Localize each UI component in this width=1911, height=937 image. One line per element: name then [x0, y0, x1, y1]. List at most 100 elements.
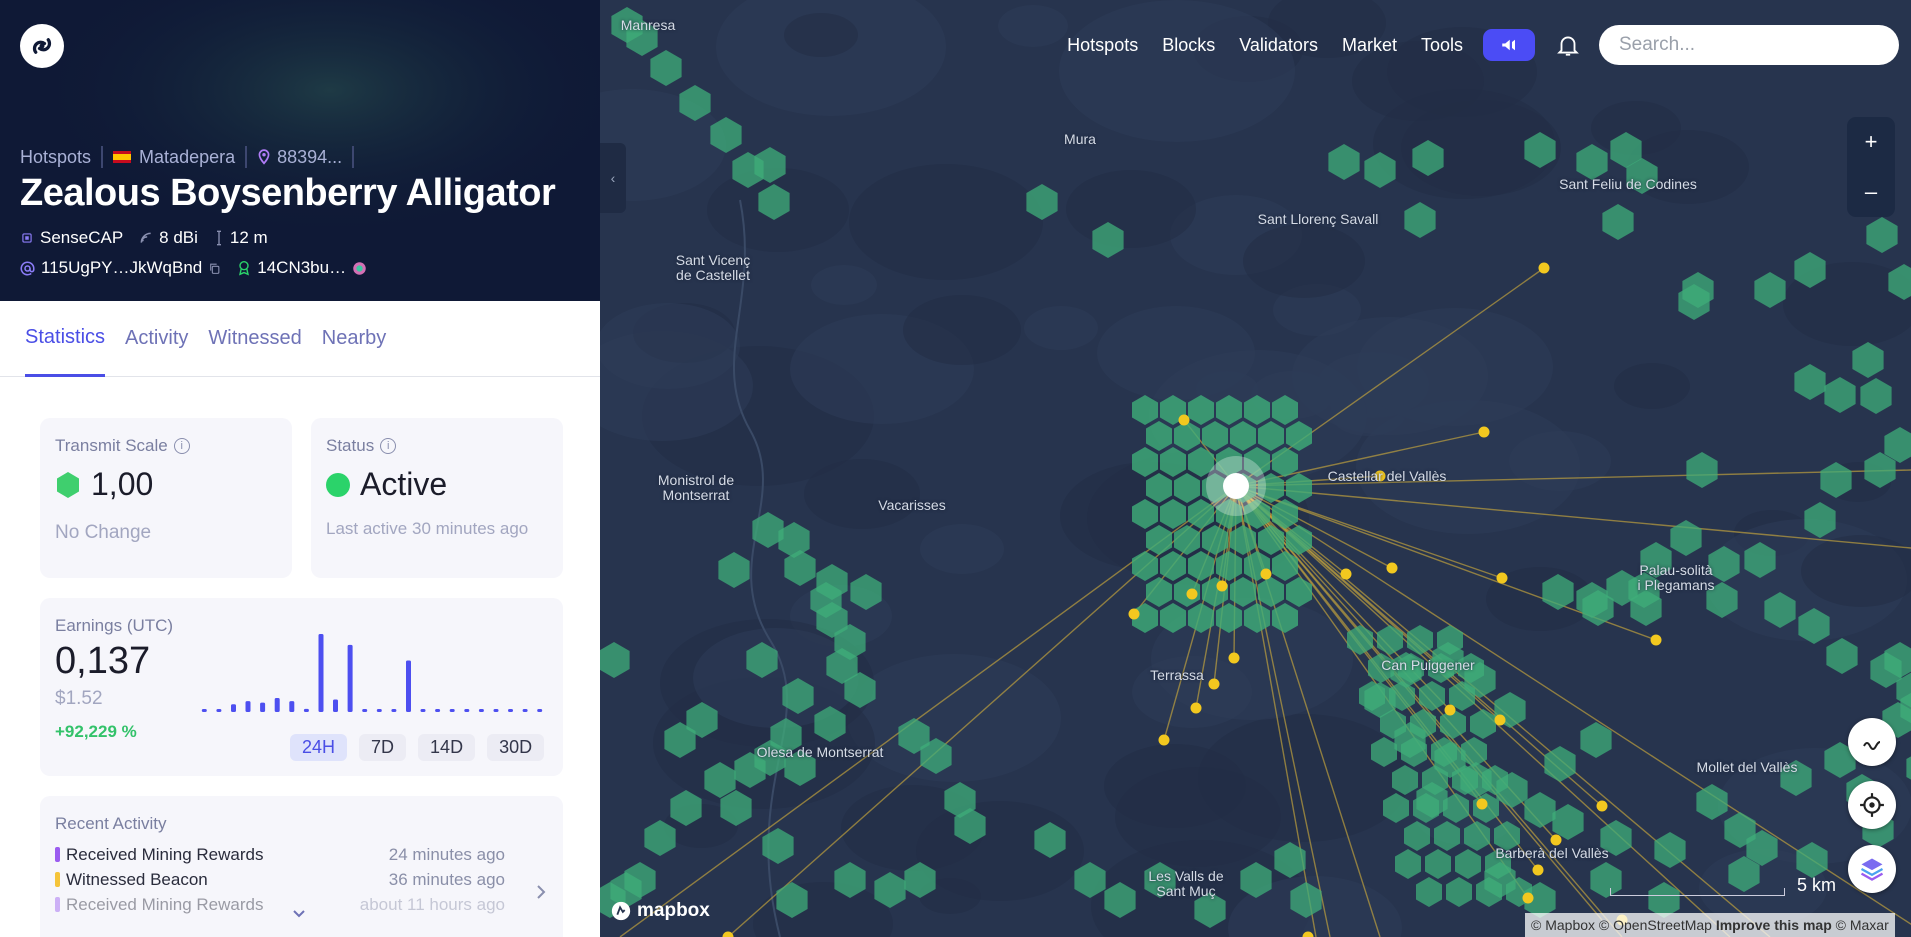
witness-dot[interactable]: [1496, 572, 1508, 584]
hotspot-hex[interactable]: [1395, 849, 1421, 879]
hexagon-icon: [57, 471, 79, 498]
info-icon[interactable]: i: [380, 438, 397, 454]
witness-dot[interactable]: [1550, 834, 1562, 846]
hotspot-hex[interactable]: [1754, 272, 1786, 308]
hotspot-hex[interactable]: [1425, 849, 1451, 879]
witness-dot[interactable]: [1228, 652, 1240, 664]
search-input[interactable]: [1599, 25, 1899, 65]
activity-item[interactable]: Witnessed Beacon 36 minutes ago: [55, 867, 505, 892]
witness-dot[interactable]: [1208, 678, 1220, 690]
hotspot-hex[interactable]: [1524, 792, 1556, 828]
zoom-in-button[interactable]: +: [1847, 117, 1895, 167]
hotspot-hex[interactable]: [762, 828, 794, 864]
hotspot-hex[interactable]: [1552, 804, 1584, 840]
nav-hotspots[interactable]: Hotspots: [1067, 35, 1138, 56]
witness-dot[interactable]: [1596, 800, 1608, 812]
selected-hotspot-marker[interactable]: [1223, 473, 1249, 499]
tab-witnessed[interactable]: Witnessed: [208, 301, 301, 377]
witness-dot[interactable]: [1650, 634, 1662, 646]
hotspot-hex[interactable]: [1824, 377, 1856, 413]
hotspot-hex[interactable]: [1576, 144, 1608, 180]
witness-dot[interactable]: [1340, 568, 1352, 580]
hotspot-hex[interactable]: [650, 50, 682, 86]
witness-dot[interactable]: [1538, 262, 1550, 274]
improve-map-link[interactable]: Improve this map: [1716, 917, 1832, 933]
witness-dot[interactable]: [1186, 588, 1198, 600]
helium-logo[interactable]: [20, 24, 64, 68]
witness-dot[interactable]: [1190, 702, 1202, 714]
map-canvas[interactable]: [600, 0, 1911, 937]
chevron-right-icon[interactable]: [536, 884, 546, 900]
activity-item[interactable]: Received Mining Rewards about 11 hours a…: [55, 892, 505, 917]
hotspot-hex[interactable]: [1852, 342, 1884, 378]
range-24h[interactable]: 24H: [290, 734, 348, 761]
tab-activity[interactable]: Activity: [125, 301, 188, 377]
witness-dot[interactable]: [1494, 714, 1506, 726]
witness-dot[interactable]: [1158, 734, 1170, 746]
witness-dot[interactable]: [1216, 580, 1228, 592]
collapse-sidebar-button[interactable]: ‹: [600, 143, 626, 213]
witness-dot[interactable]: [722, 931, 734, 937]
hotspot-hex[interactable]: [1328, 144, 1360, 180]
nav-market[interactable]: Market: [1342, 35, 1397, 56]
range-30d[interactable]: 30D: [487, 734, 545, 761]
hotspot-hex[interactable]: [1794, 364, 1826, 400]
witness-dot[interactable]: [1260, 568, 1272, 580]
recent-activity-card[interactable]: Recent Activity Received Mining Rewards …: [40, 796, 563, 937]
hotspot-hex[interactable]: [1404, 202, 1436, 238]
hotspot-hex[interactable]: [1860, 378, 1892, 414]
hotspot-hex[interactable]: [1686, 452, 1718, 488]
nav-blocks[interactable]: Blocks: [1162, 35, 1215, 56]
chevron-down-icon[interactable]: [292, 909, 306, 919]
nav-tools[interactable]: Tools: [1421, 35, 1463, 56]
attribution-text[interactable]: © Mapbox © OpenStreetMap: [1531, 917, 1712, 933]
attribution-maxar[interactable]: © Maxar: [1836, 917, 1889, 933]
city-label: Matadepera: [139, 146, 236, 167]
hotspot-hex[interactable]: [600, 642, 630, 678]
tab-nearby[interactable]: Nearby: [322, 301, 386, 377]
locate-button[interactable]: [1848, 781, 1896, 829]
range-7d[interactable]: 7D: [359, 734, 407, 761]
zoom-out-button[interactable]: –: [1847, 167, 1895, 217]
earnings-bar: [245, 701, 251, 712]
witness-dot[interactable]: [1476, 798, 1488, 810]
hotspot-hex[interactable]: [784, 550, 816, 586]
hotspot-hex[interactable]: [1602, 204, 1634, 240]
hotspot-hex[interactable]: [718, 552, 750, 588]
witness-dot[interactable]: [1532, 864, 1544, 876]
witness-dot[interactable]: [1128, 608, 1140, 620]
info-icon[interactable]: i: [173, 438, 190, 454]
witness-dot[interactable]: [1522, 892, 1534, 904]
map-view[interactable]: Manresa Mura Sant Llorenç Savall Sant Fe…: [600, 0, 1911, 937]
activity-item[interactable]: Received Mining Rewards 24 minutes ago: [55, 842, 505, 867]
hotspot-hex[interactable]: [1670, 520, 1702, 556]
hotspot-hex[interactable]: [1866, 217, 1898, 253]
hotspot-hex[interactable]: [1906, 750, 1911, 786]
place-label: Manresa: [620, 17, 676, 33]
bell-icon: [1557, 36, 1579, 56]
witness-dot[interactable]: [1178, 414, 1190, 426]
owner-address[interactable]: 14CN3bu…: [257, 258, 346, 278]
range-14d[interactable]: 14D: [418, 734, 476, 761]
announcements-button[interactable]: [1483, 29, 1535, 61]
breadcrumb-city[interactable]: Matadepera: [113, 147, 235, 168]
layers-button[interactable]: [1848, 845, 1896, 893]
hotspot-hex[interactable]: [1826, 638, 1858, 674]
notifications-button[interactable]: [1551, 28, 1585, 62]
hotspot-hex[interactable]: [1544, 746, 1576, 782]
hotspot-hex[interactable]: [1455, 849, 1481, 879]
hotspot-hex[interactable]: [1407, 625, 1433, 655]
breadcrumb-location[interactable]: 88394...: [257, 147, 342, 168]
witness-dot[interactable]: [1386, 562, 1398, 574]
hotspot-hex[interactable]: [1446, 877, 1472, 907]
earnings-card: Earnings (UTC) 0,137 $1.52 +92,229 % 24H…: [40, 598, 563, 776]
hotspot-hex[interactable]: [1419, 681, 1445, 711]
witness-dot[interactable]: [1478, 426, 1490, 438]
tab-statistics[interactable]: Statistics: [25, 301, 106, 377]
breadcrumb-hotspots[interactable]: Hotspots: [20, 147, 91, 168]
hotspot-hex[interactable]: [1416, 877, 1442, 907]
witness-dot[interactable]: [1444, 704, 1456, 716]
nav-validators[interactable]: Validators: [1239, 35, 1318, 56]
copy-icon[interactable]: [208, 262, 221, 275]
map-style-button[interactable]: [1848, 718, 1896, 766]
